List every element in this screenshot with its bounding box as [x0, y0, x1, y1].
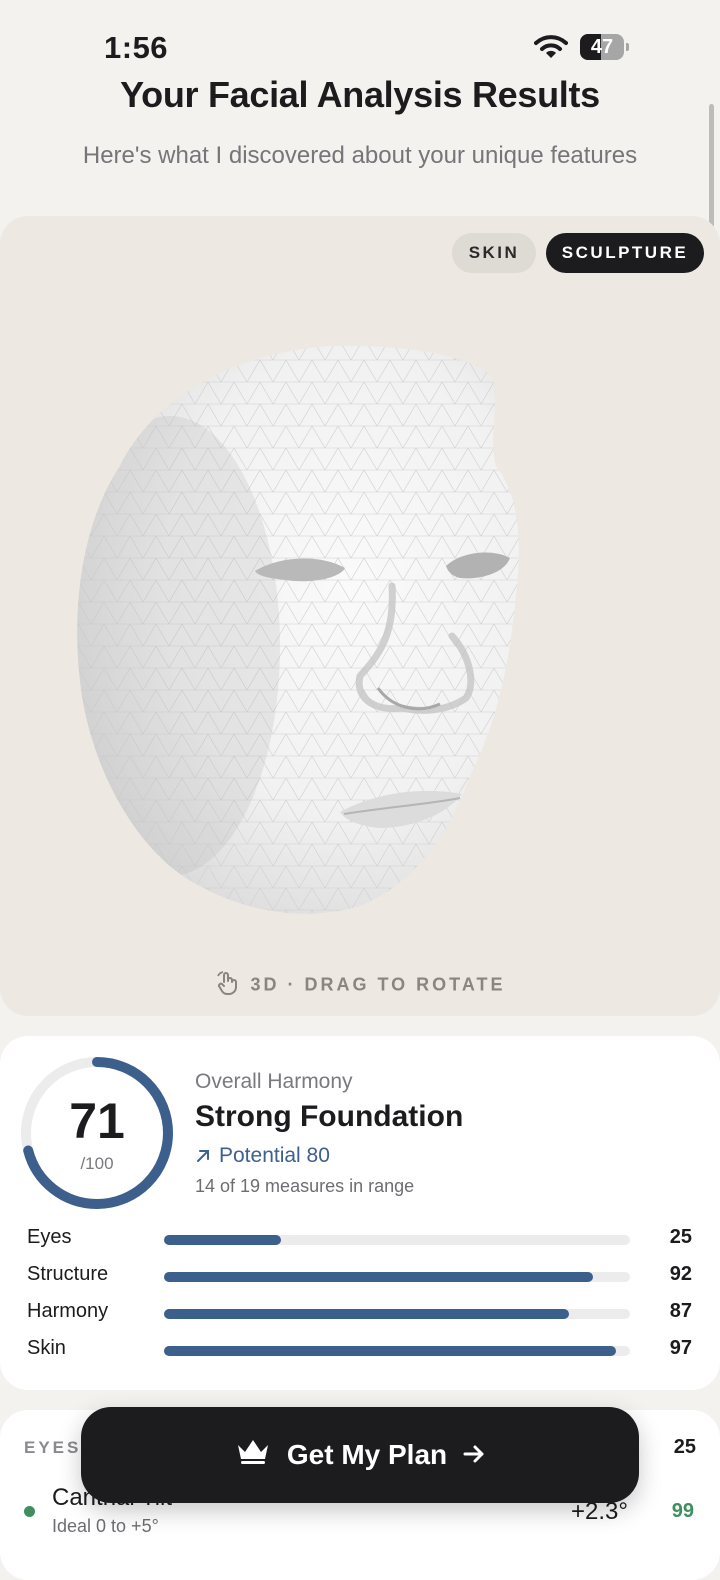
status-dot — [24, 1506, 35, 1517]
metric-bar — [164, 1235, 630, 1245]
drag-hint: 3D · DRAG TO ROTATE — [0, 970, 720, 1001]
section-score: 25 — [673, 1436, 696, 1458]
metric-name: Skin — [27, 1337, 66, 1359]
metric-row-structure: Structure 92 — [0, 1259, 720, 1293]
status-time: 1:56 — [104, 30, 169, 65]
metric-value: 87 — [669, 1300, 692, 1322]
drag-hint-label: 3D · DRAG TO ROTATE — [250, 974, 506, 995]
hand-drag-icon — [215, 970, 241, 1001]
metric-bar — [164, 1309, 630, 1319]
potential-label: Potential 80 — [195, 1144, 330, 1170]
metric-name: Structure — [27, 1263, 109, 1285]
section-label: EYES — [24, 1438, 82, 1457]
page-subtitle: Here's what I discovered about your uniq… — [82, 142, 638, 169]
battery-level: 47 — [590, 36, 614, 58]
metric-name: Eyes — [27, 1226, 72, 1248]
battery-indicator: 47 — [580, 34, 629, 62]
potential-text: Potential 80 — [219, 1144, 330, 1167]
metric-bar-fill — [164, 1309, 570, 1319]
metric-bar-fill — [164, 1235, 281, 1245]
metric-bar — [164, 1346, 630, 1356]
metric-name: Harmony — [27, 1300, 109, 1322]
metric-value: 97 — [669, 1337, 692, 1359]
metric-row-skin: Skin 97 — [0, 1333, 720, 1367]
metric-bar — [164, 1272, 630, 1282]
metric-row-harmony: Harmony 87 — [0, 1296, 720, 1330]
face-mesh-model[interactable] — [0, 316, 720, 956]
metric-value: 92 — [669, 1263, 692, 1285]
crown-icon — [235, 1437, 271, 1472]
measures-count: 14 of 19 measures in range — [195, 1176, 415, 1196]
overall-score: 71 — [69, 1093, 125, 1149]
page-title: Your Facial Analysis Results — [120, 74, 600, 115]
cta-label: Get My Plan — [286, 1438, 448, 1470]
metric-bar-fill — [164, 1272, 593, 1282]
face-3d-viewer[interactable]: SKIN SCULPTURE 3D · DRAG TO ROTATE — [0, 216, 720, 1016]
metric-row-eyes: Eyes 25 — [0, 1222, 720, 1256]
status-bar: 1:56 47 — [0, 0, 720, 80]
arrow-up-right-icon — [195, 1146, 211, 1170]
measure-score: 99 — [671, 1500, 694, 1522]
overall-score-card: 71 /100 Overall Harmony Strong Foundatio… — [0, 1036, 720, 1390]
arrow-right-icon — [463, 1439, 485, 1471]
overall-title: Strong Foundation — [195, 1100, 464, 1133]
get-my-plan-button[interactable]: Get My Plan — [81, 1407, 639, 1503]
metric-bar-fill — [164, 1346, 617, 1356]
mode-sculpture-button[interactable]: SCULPTURE — [546, 233, 704, 273]
overall-score-max: /100 — [80, 1154, 114, 1173]
wifi-icon — [534, 34, 568, 65]
overall-label: Overall Harmony — [195, 1070, 353, 1093]
measure-ideal: Ideal 0 to +5° — [52, 1516, 159, 1536]
mode-skin-button[interactable]: SKIN — [452, 233, 536, 273]
metric-value: 25 — [669, 1226, 692, 1248]
